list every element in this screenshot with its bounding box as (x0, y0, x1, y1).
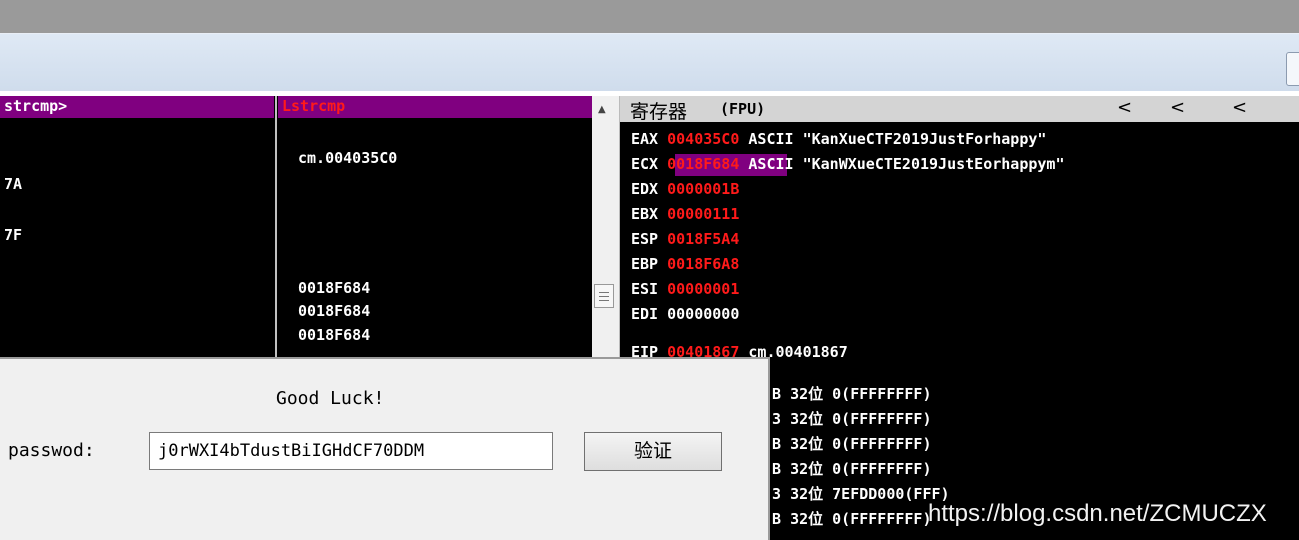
left-row: 7F (4, 226, 23, 244)
register-name: EDX (631, 180, 659, 198)
left-row: 7A (4, 175, 23, 193)
register-value: 0018F5A4 (667, 230, 740, 248)
password-label: passwod: (8, 440, 95, 461)
window-title-bar (0, 0, 1299, 33)
comment-header-text: strcmp> (4, 97, 68, 115)
segment-row[interactable]: B 32位 0(FFFFFFFF) (772, 383, 932, 404)
register-name: EAX (631, 130, 659, 148)
disassembly-comment-header: strcmp> (0, 96, 274, 118)
right-row: 0018F684 (298, 279, 371, 297)
nav-left-arrow-icon[interactable]: < (1170, 97, 1185, 118)
register-value: 0018F6A8 (667, 255, 740, 273)
register-value: 0000001B (667, 180, 740, 198)
register-value: 0018F684 (667, 155, 740, 173)
scroll-thumb[interactable] (594, 284, 614, 308)
segment-row[interactable]: B 32位 0(FFFFFFFF) (772, 433, 932, 454)
label-header-text: Lstrcmp (282, 97, 346, 115)
register-comment: ASCII "KanXueCTF2019JustForhappy" (748, 130, 1047, 148)
register-row-esp[interactable]: ESP 0018F5A4 (631, 230, 739, 248)
register-row-edx[interactable]: EDX 0000001B (631, 180, 739, 198)
password-input[interactable] (149, 432, 553, 470)
register-row-ebx[interactable]: EBX 00000111 (631, 205, 739, 223)
register-name: ECX (631, 155, 659, 173)
dialog-message: Good Luck! (276, 388, 385, 409)
register-name: ESI (631, 280, 659, 298)
registers-mode[interactable]: (FPU) (720, 100, 765, 118)
register-value: 00000000 (667, 305, 740, 323)
registers-title: 寄存器 (630, 101, 688, 123)
nav-left-arrow-icon[interactable]: < (1117, 97, 1132, 118)
register-value: 00000001 (667, 280, 740, 298)
column-divider (275, 96, 277, 358)
register-name: EBP (631, 255, 659, 273)
right-row: cm.004035C0 (298, 149, 398, 167)
register-row-ecx[interactable]: ECX 0018F684 ASCII "KanWXueCTE2019JustEo… (631, 155, 1064, 173)
register-name: EBX (631, 205, 659, 223)
register-comment: ASCII "KanWXueCTE2019JustEorhappym" (748, 155, 1065, 173)
segment-row[interactable]: 3 32位 0(FFFFFFFF) (772, 408, 932, 429)
register-name: EDI (631, 305, 659, 323)
nav-left-arrow-icon[interactable]: < (1232, 97, 1247, 118)
register-row-eax[interactable]: EAX 004035C0 ASCII "KanXueCTF2019JustFor… (631, 130, 1046, 148)
register-value: 004035C0 (667, 130, 740, 148)
scroll-up-arrow-icon[interactable]: ▲ (598, 104, 606, 115)
right-row: 0018F684 (298, 302, 371, 320)
verify-button[interactable]: 验证 (584, 432, 722, 471)
toolbar (0, 33, 1299, 92)
register-name: ESP (631, 230, 659, 248)
disassembly-label-header: Lstrcmp (278, 96, 592, 118)
segment-row[interactable]: 3 32位 7EFDD000(FFF) (772, 483, 950, 504)
right-row: 0018F684 (298, 326, 371, 344)
watermark: https://blog.csdn.net/ZCMUCZX (928, 500, 1267, 527)
register-row-ebp[interactable]: EBP 0018F6A8 (631, 255, 739, 273)
register-row-edi[interactable]: EDI 00000000 (631, 305, 739, 323)
toolbar-button[interactable] (1286, 52, 1299, 86)
register-value: 00000111 (667, 205, 740, 223)
segment-row[interactable]: B 32位 0(FFFFFFFF) (772, 508, 932, 529)
register-row-esi[interactable]: ESI 00000001 (631, 280, 739, 298)
segment-row[interactable]: B 32位 0(FFFFFFFF) (772, 458, 932, 479)
